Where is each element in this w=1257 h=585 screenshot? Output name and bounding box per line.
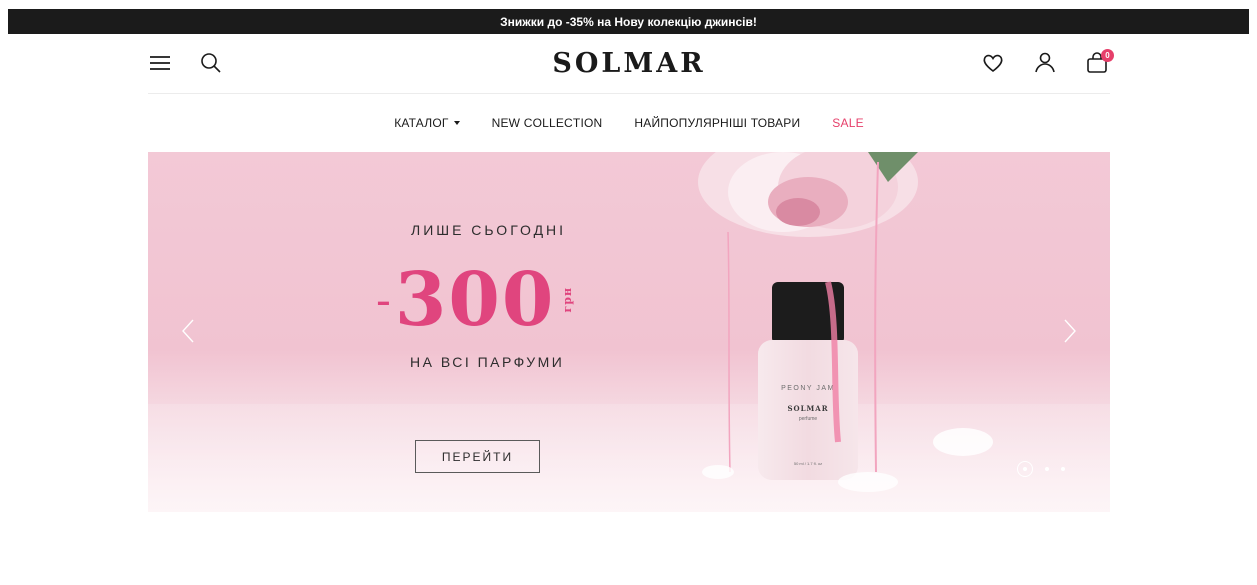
discount-currency: грн [561, 287, 575, 313]
hero-discount: - 300 грн [376, 260, 574, 340]
nav-item-label: КАТАЛОГ [394, 116, 449, 130]
bottle-brand-text: SOLMAR [787, 404, 828, 413]
hero-cta-button[interactable]: ПЕРЕЙТИ [415, 440, 540, 473]
hero-product-image: PEONY JAM SOLMAR perfume 50 ml / 1.7 fl.… [688, 152, 968, 512]
bottle-volume-text: 50 ml / 1.7 fl. oz [794, 461, 822, 466]
slider-dots [1017, 461, 1065, 477]
nav-item-label: NEW COLLECTION [491, 116, 603, 130]
peony-flower-image [698, 152, 918, 237]
user-icon[interactable] [1032, 50, 1058, 76]
slider-dot-1[interactable] [1017, 461, 1033, 477]
slider-next-arrow-icon[interactable] [1062, 318, 1078, 344]
slider-dot-2[interactable] [1045, 467, 1049, 471]
petal-image [933, 428, 993, 456]
nav-item-label: НАЙПОПУЛЯРНІШІ ТОВАРИ [634, 116, 801, 130]
cart-count-badge: 0 [1101, 49, 1114, 62]
slider-dot-3[interactable] [1061, 467, 1065, 471]
bottle-type-text: perfume [799, 416, 818, 422]
discount-amount: 300 [394, 257, 556, 343]
nav-item-sale[interactable]: SALE [832, 116, 864, 130]
main-nav: КАТАЛОГ NEW COLLECTION НАЙПОПУЛЯРНІШІ ТО… [148, 112, 1110, 134]
nav-item-label: SALE [832, 116, 864, 130]
hero-eyebrow: ЛИШЕ СЬОГОДНІ [411, 222, 567, 238]
site-header: SOLMAR 0 [148, 34, 1114, 94]
promo-bar: Знижки до -35% на Нову колекцію джинсів! [8, 9, 1249, 34]
caret-down-icon [453, 121, 460, 125]
shopping-bag-icon[interactable]: 0 [1085, 49, 1114, 76]
perfume-bottle-image: PEONY JAM SOLMAR perfume 50 ml / 1.7 fl.… [758, 281, 858, 480]
promo-text: Знижки до -35% на Нову колекцію джинсів! [500, 14, 757, 29]
nav-item-bestsellers[interactable]: НАЙПОПУЛЯРНІШІ ТОВАРИ [634, 116, 800, 130]
nav-item-catalog[interactable]: КАТАЛОГ [394, 116, 460, 130]
bottle-label-text: PEONY JAM [781, 385, 835, 392]
slider-prev-arrow-icon[interactable] [180, 318, 196, 344]
hero-banner[interactable]: PEONY JAM SOLMAR perfume 50 ml / 1.7 fl.… [148, 152, 1110, 512]
hero-subtitle: НА ВСІ ПАРФУМИ [410, 354, 565, 370]
heart-icon[interactable] [980, 50, 1006, 76]
nav-item-new-collection[interactable]: NEW COLLECTION [492, 116, 603, 130]
discount-minus: - [376, 274, 391, 326]
logo[interactable]: SOLMAR [148, 48, 1110, 79]
